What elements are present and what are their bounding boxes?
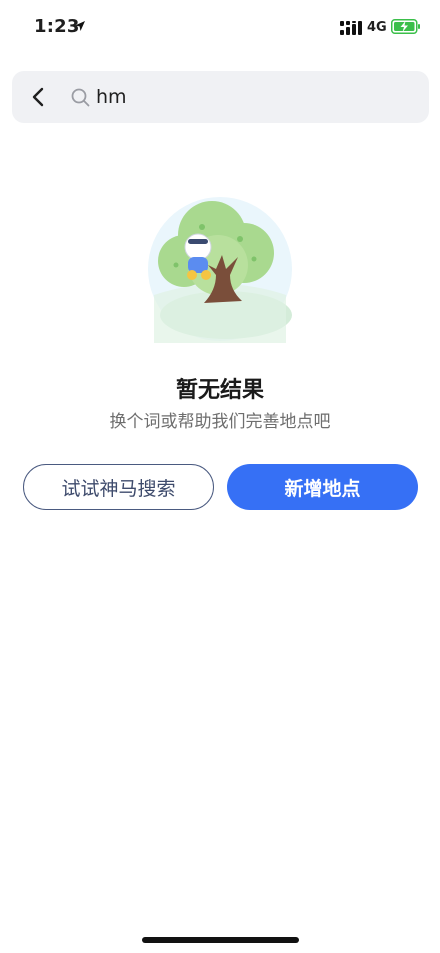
signal-icon [340, 21, 362, 35]
search-icon [71, 88, 90, 107]
shenma-search-button[interactable]: 试试神马搜索 [23, 464, 214, 510]
home-indicator[interactable] [142, 937, 299, 943]
empty-state-subtitle: 换个词或帮助我们完善地点吧 [109, 412, 331, 432]
empty-state-title: 暂无结果 [175, 378, 264, 403]
empty-tree-illustration [148, 197, 292, 343]
status-time: 1:23 [34, 16, 80, 37]
search-input[interactable] [96, 83, 406, 111]
add-place-button[interactable]: 新增地点 [227, 464, 418, 510]
back-chevron-icon[interactable] [26, 84, 52, 110]
location-arrow-icon [75, 21, 85, 31]
battery-charging-icon [391, 19, 420, 34]
network-type: 4G [367, 20, 387, 35]
status-bar: 1:23 4G [0, 0, 440, 56]
search-bar [12, 71, 429, 123]
